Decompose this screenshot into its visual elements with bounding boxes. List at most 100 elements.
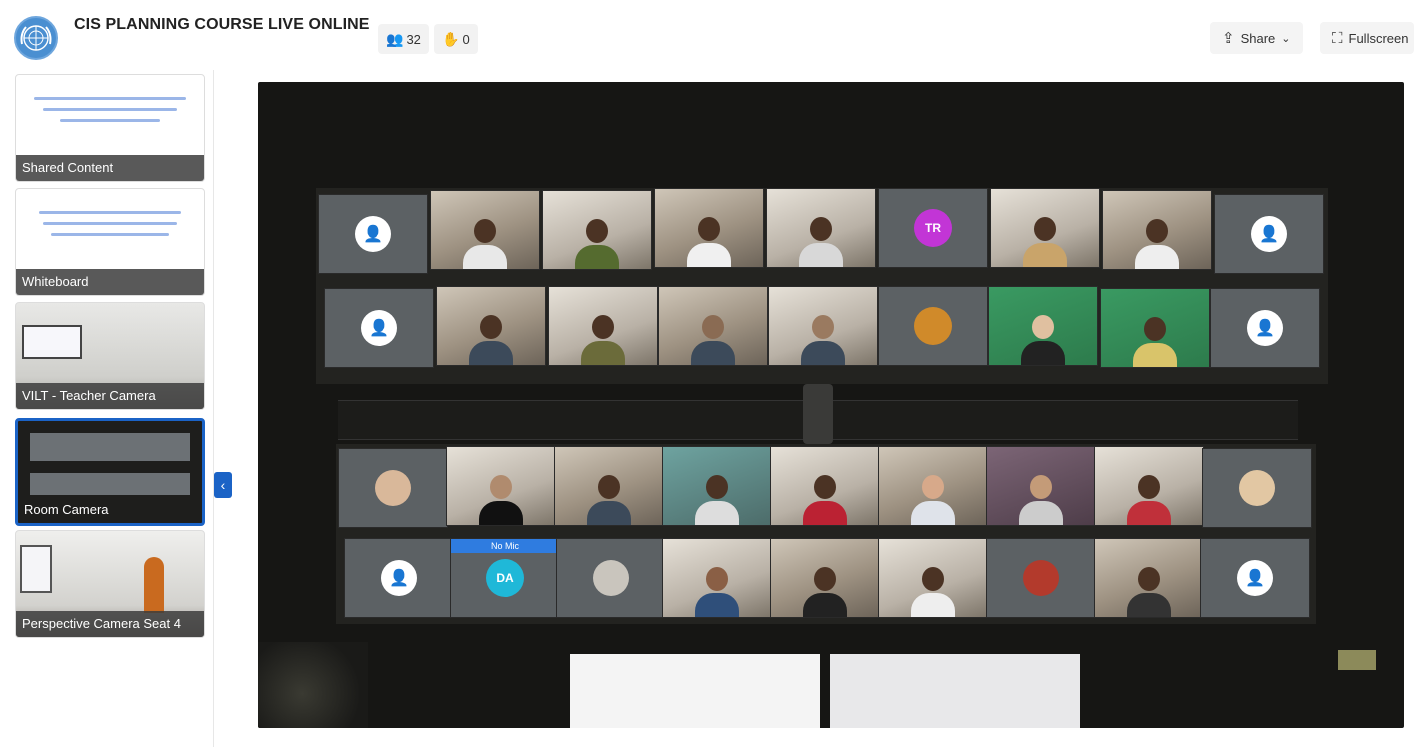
participant-tile	[1100, 288, 1210, 368]
room-camera-video: 👤 TR 👤 👤 👤 👤 No Mic DA 👤	[258, 82, 1404, 728]
participant-tile	[338, 448, 448, 528]
room-wall-preview-bottom	[30, 473, 190, 495]
participant-tile	[878, 286, 988, 366]
classroom-screen	[22, 325, 82, 359]
user-avatar-icon: 👤	[381, 560, 417, 596]
sidebar-item-label: Room Camera	[24, 502, 109, 517]
participants-count: 32	[406, 31, 421, 47]
participant-tile	[986, 538, 1096, 618]
participant-figure	[1127, 475, 1171, 525]
sidebar-item-shared-content[interactable]: Shared Content	[15, 74, 205, 182]
participant-figure	[801, 315, 845, 365]
sidebar-item-room-camera[interactable]: Room Camera	[15, 418, 205, 526]
user-avatar-icon: 👤	[1237, 560, 1273, 596]
photo-avatar	[593, 560, 629, 596]
share-button[interactable]: ⇪ Share ⌄	[1210, 22, 1303, 54]
participant-figure	[695, 475, 739, 525]
participant-figure	[479, 475, 523, 525]
no-mic-badge: No Mic	[451, 539, 559, 553]
user-avatar-icon: 👤	[1247, 310, 1283, 346]
foreground-plant	[258, 642, 368, 728]
participant-figure	[803, 475, 847, 525]
participant-tile	[430, 190, 540, 270]
participant-tile: 👤	[1200, 538, 1310, 618]
participant-figure	[469, 315, 513, 365]
chevron-down-icon: ⌄	[1281, 32, 1291, 45]
raised-hands-button[interactable]: ✋ 0	[434, 24, 478, 54]
app-title: CIS PLANNING COURSE LIVE ONLINE	[74, 16, 370, 33]
participant-tile: 👤	[1214, 194, 1324, 274]
fullscreen-label: Fullscreen	[1348, 30, 1409, 46]
photo-avatar	[375, 470, 411, 506]
participant-tile	[554, 446, 664, 526]
participant-tile	[1202, 448, 1312, 528]
participant-figure	[1023, 217, 1067, 267]
shared-content-preview	[26, 89, 194, 130]
room-monitor-right	[830, 654, 1080, 728]
sidebar-item-label: Perspective Camera Seat 4	[16, 611, 204, 637]
participants-count-button[interactable]: 👥 32	[378, 24, 429, 54]
user-avatar-icon: 👤	[1251, 216, 1287, 252]
participant-tile	[548, 286, 658, 366]
participant-figure	[1019, 475, 1063, 525]
un-logo-icon	[14, 16, 58, 60]
participant-tile: 👤	[318, 194, 428, 274]
participant-tile	[542, 190, 652, 270]
classroom-screen	[20, 545, 52, 593]
participant-tile: TR	[878, 188, 988, 268]
participant-tile	[878, 446, 988, 526]
fullscreen-button[interactable]: ⛶ Fullscreen	[1320, 22, 1415, 54]
collapse-sidebar-button[interactable]: ‹	[214, 472, 232, 498]
participant-tile	[556, 538, 666, 618]
user-avatar-icon: 👤	[361, 310, 397, 346]
participant-figure	[911, 475, 955, 525]
participant-tile	[662, 446, 772, 526]
sidebar-item-whiteboard[interactable]: Whiteboard	[15, 188, 205, 296]
room-wall-preview-top	[30, 433, 190, 461]
initials-avatar: TR	[914, 209, 952, 247]
un-emblem-icon	[20, 25, 52, 51]
participant-figure	[1133, 317, 1177, 367]
participant-tile	[766, 188, 876, 268]
presenter-figure	[144, 557, 164, 613]
sidebar: Shared Content Whiteboard VILT - Teacher…	[8, 70, 214, 747]
initials-avatar: DA	[486, 559, 524, 597]
sidebar-item-label: Whiteboard	[16, 269, 204, 295]
share-icon: ⇪	[1222, 30, 1235, 47]
participant-tile: 👤	[324, 288, 434, 368]
raised-hands-count: 0	[462, 31, 470, 47]
participants-icon: 👥	[386, 30, 404, 47]
photo-avatar	[1239, 470, 1275, 506]
whiteboard-preview	[26, 203, 194, 244]
sidebar-item-perspective-camera[interactable]: Perspective Camera Seat 4	[15, 530, 205, 638]
room-camera-device	[803, 384, 833, 444]
participant-tile	[654, 188, 764, 268]
participant-figure	[575, 219, 619, 269]
wall-plate	[1338, 650, 1376, 670]
participant-tile	[988, 286, 1098, 366]
photo-avatar	[914, 307, 952, 345]
participant-figure	[799, 217, 843, 267]
participant-tile	[446, 446, 556, 526]
participant-tile	[1102, 190, 1212, 270]
participant-tile: 👤	[344, 538, 454, 618]
room-monitor-left	[570, 654, 820, 728]
participant-tile	[662, 538, 772, 618]
participant-figure	[1021, 315, 1065, 365]
participant-figure	[1135, 219, 1179, 269]
photo-avatar	[1023, 560, 1059, 596]
participant-tile	[436, 286, 546, 366]
participant-tile: No Mic DA	[450, 538, 560, 618]
sidebar-item-label: Shared Content	[16, 155, 204, 181]
participant-tile	[878, 538, 988, 618]
participant-figure	[695, 567, 739, 617]
participant-figure	[587, 475, 631, 525]
header: CIS PLANNING COURSE LIVE ONLINE 👥 32 ✋ 0…	[0, 0, 1416, 70]
participant-figure	[463, 219, 507, 269]
participant-figure	[687, 217, 731, 267]
participant-tile	[770, 446, 880, 526]
raised-hand-icon: ✋	[442, 30, 460, 47]
participant-tile	[770, 538, 880, 618]
participant-tile	[986, 446, 1096, 526]
sidebar-item-teacher-camera[interactable]: VILT - Teacher Camera	[15, 302, 205, 410]
